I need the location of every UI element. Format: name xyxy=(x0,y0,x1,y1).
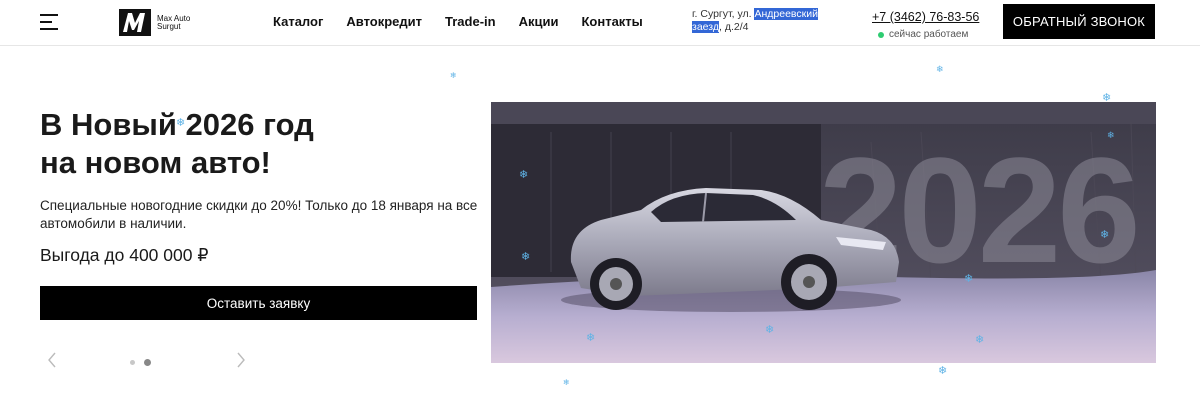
nav-item-catalog[interactable]: Каталог xyxy=(273,14,323,29)
promo-banner-image[interactable]: 2026 xyxy=(491,102,1156,363)
nav-item-promotions[interactable]: Акции xyxy=(519,14,559,29)
pager-dot-2[interactable] xyxy=(144,359,151,366)
working-status-text: сейчас работаем xyxy=(889,29,969,40)
snowflake-icon: ❄ xyxy=(964,273,974,285)
callback-button[interactable]: ОБРАТНЫЙ ЗВОНОК xyxy=(1003,4,1155,39)
snowflake-icon: ❄ xyxy=(563,378,570,387)
snowflake-icon: ❄ xyxy=(975,334,985,346)
burger-menu-icon[interactable] xyxy=(40,13,58,31)
contact-block: +7 (3462) 76-83-56 сейчас работаем xyxy=(872,8,979,40)
site-header: Max Auto Surgut Каталог Автокредит Trade… xyxy=(0,0,1200,46)
snowflake-icon: ❄ xyxy=(1100,229,1110,241)
pager-dot-1[interactable] xyxy=(130,360,135,365)
logo-mark xyxy=(119,9,151,36)
hero-description: Специальные новогодние скидки до 20%! То… xyxy=(40,198,478,231)
site-logo[interactable]: Max Auto Surgut xyxy=(119,9,203,36)
phone-link[interactable]: +7 (3462) 76-83-56 xyxy=(872,10,979,24)
snowflake-icon: ❄ xyxy=(765,324,775,336)
snowflake-icon: ❄ xyxy=(519,169,529,181)
snowflake-icon: ❄ xyxy=(936,64,944,74)
snowflake-icon: ❄ xyxy=(450,71,457,80)
address: г. Сургут, ул. Андреевский заезд, д.2/4 xyxy=(692,8,832,34)
chevron-left-icon[interactable] xyxy=(45,352,59,368)
main-nav: Каталог Автокредит Trade-in Акции Контак… xyxy=(273,14,666,29)
nav-item-trade-in[interactable]: Trade-in xyxy=(445,14,496,29)
submit-request-button[interactable]: Оставить заявку xyxy=(40,286,477,320)
chevron-right-icon[interactable] xyxy=(234,352,248,368)
nav-item-contacts[interactable]: Контакты xyxy=(581,14,642,29)
hero-title: В Новый 2026 год на новом авто! xyxy=(40,106,440,182)
hero-benefit: Выгода до 400 000 ₽ xyxy=(40,245,209,265)
address-suffix: , д.2/4 xyxy=(718,21,749,33)
snowflake-icon: ❄ xyxy=(1102,92,1112,104)
address-prefix: г. Сургут, ул. xyxy=(692,8,755,20)
logo-text: Max Auto Surgut xyxy=(157,13,191,31)
snowflake-icon: ❄ xyxy=(938,365,948,377)
snowflake-icon: ❄ xyxy=(176,117,186,129)
slider-pager xyxy=(130,359,160,366)
snowflake-icon: ❄ xyxy=(1107,130,1115,140)
snowflake-icon: ❄ xyxy=(586,332,596,344)
status-dot-icon xyxy=(878,31,884,38)
working-status: сейчас работаем xyxy=(872,29,979,40)
hero-title-line2: на новом авто! xyxy=(40,145,271,180)
nav-item-credit[interactable]: Автокредит xyxy=(346,14,422,29)
snowflake-icon: ❄ xyxy=(521,251,531,263)
